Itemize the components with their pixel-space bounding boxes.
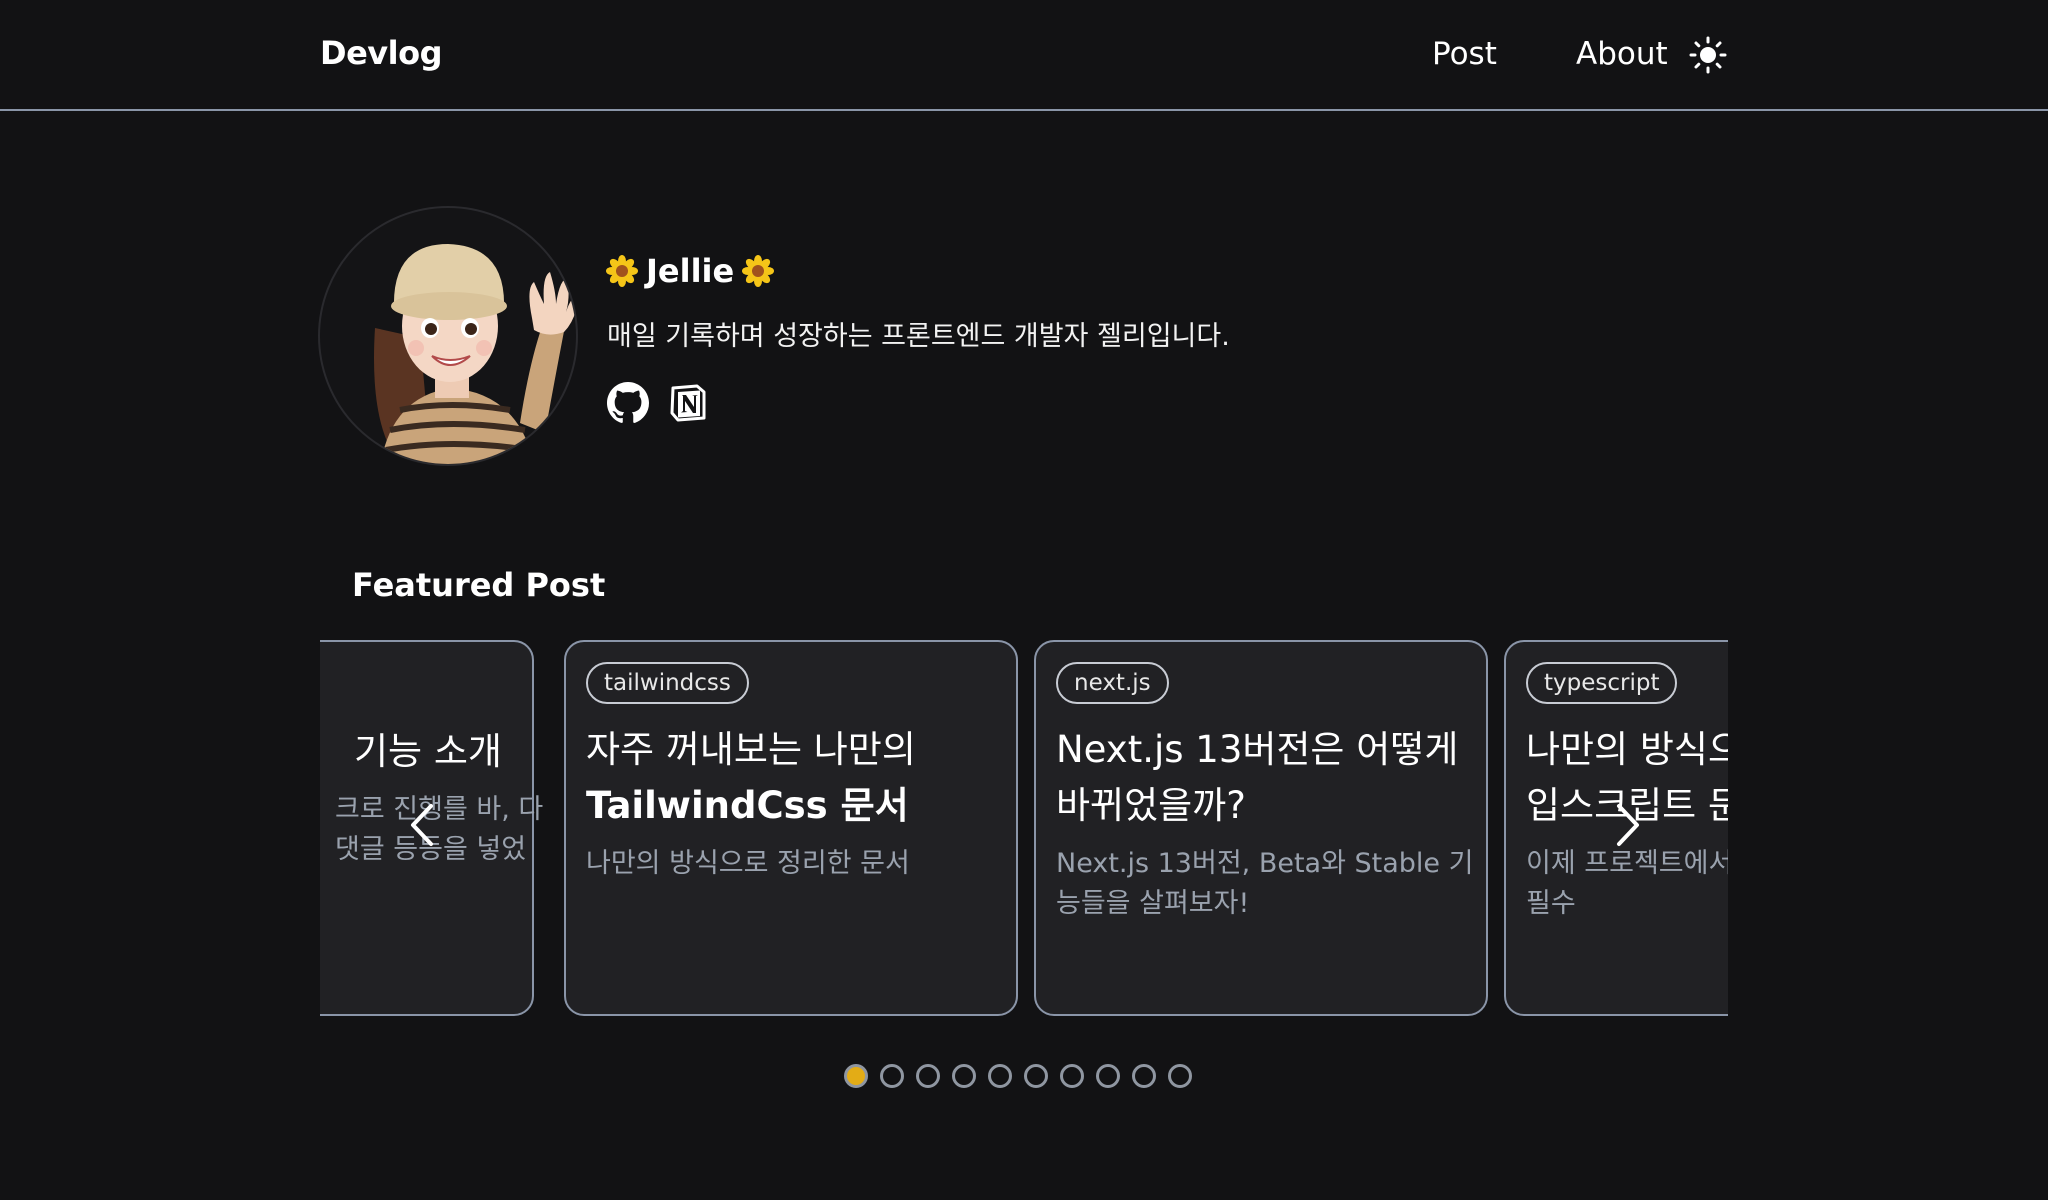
post-card-title: 자주 꺼내보는 나만의 TailwindCss 문서: [586, 728, 916, 827]
social-links: [607, 382, 709, 424]
carousel-dot[interactable]: [880, 1064, 904, 1088]
post-tag[interactable]: typescript: [1526, 662, 1678, 704]
carousel-next-button[interactable]: [1608, 800, 1648, 850]
profile-name-text: Jellie: [646, 252, 735, 290]
memoji-avatar-icon: [374, 244, 576, 464]
carousel-pagination: [844, 1064, 1192, 1088]
github-link[interactable]: [607, 382, 649, 424]
profile-description: 매일 기록하며 성장하는 프론트엔드 개발자 젤리입니다.: [607, 321, 1230, 352]
carousel-dot[interactable]: [844, 1064, 868, 1088]
nav-about-link[interactable]: About: [1576, 36, 1668, 72]
chevron-left-icon: [411, 804, 433, 846]
carousel-dot[interactable]: [1096, 1064, 1120, 1088]
site-logo[interactable]: Devlog: [320, 34, 442, 72]
avatar: [318, 206, 578, 466]
sun-icon: [1689, 36, 1727, 74]
notion-link[interactable]: [667, 382, 709, 424]
profile-section: Jellie 매일 기록하며 성장하는 프론트엔드 개발자 젤리입니다.: [318, 206, 1718, 476]
post-card-title: 기능 소개: [354, 730, 502, 773]
site-header: Devlog Post About: [0, 0, 2048, 111]
carousel-dot[interactable]: [916, 1064, 940, 1088]
featured-post-title: Featured Post: [352, 566, 606, 604]
post-card[interactable]: tailwindcss 자주 꺼내보는 나만의 TailwindCss 문서 나…: [564, 640, 1018, 1016]
carousel-dot[interactable]: [1132, 1064, 1156, 1088]
carousel-dot[interactable]: [1168, 1064, 1192, 1088]
post-card[interactable]: next.js Next.js 13버전은 어떻게 바뀌었을까? Next.js…: [1034, 640, 1488, 1016]
carousel-dot[interactable]: [988, 1064, 1012, 1088]
post-tag[interactable]: next.js: [1056, 662, 1169, 704]
carousel-dot[interactable]: [1060, 1064, 1084, 1088]
notion-icon: [670, 384, 706, 422]
nav-post-link[interactable]: Post: [1432, 36, 1497, 72]
sunflower-icon: [606, 255, 638, 287]
post-card-description: Next.js 13버전, Beta와 Stable 기 능들을 살펴보자!: [1056, 848, 1474, 919]
post-card-title: Next.js 13버전은 어떻게 바뀌었을까?: [1056, 728, 1459, 827]
sunflower-icon: [742, 255, 775, 287]
github-icon: [607, 382, 649, 423]
post-card-description: 나만의 방식으로 정리한 문서: [586, 848, 910, 879]
featured-post-carousel: 기능 소개 크로 진행를 바, 다 댓글 등등을 넣었 tailwindcss …: [320, 640, 1728, 1016]
carousel-prev-button[interactable]: [402, 800, 442, 850]
post-card-description: 이제 프로젝트에서 필수: [1526, 848, 1728, 919]
profile-name: Jellie: [606, 252, 775, 290]
post-tag[interactable]: tailwindcss: [586, 662, 749, 704]
carousel-dot[interactable]: [952, 1064, 976, 1088]
theme-toggle-button[interactable]: [1688, 35, 1728, 75]
chevron-right-icon: [1617, 804, 1639, 846]
carousel-dot[interactable]: [1024, 1064, 1048, 1088]
